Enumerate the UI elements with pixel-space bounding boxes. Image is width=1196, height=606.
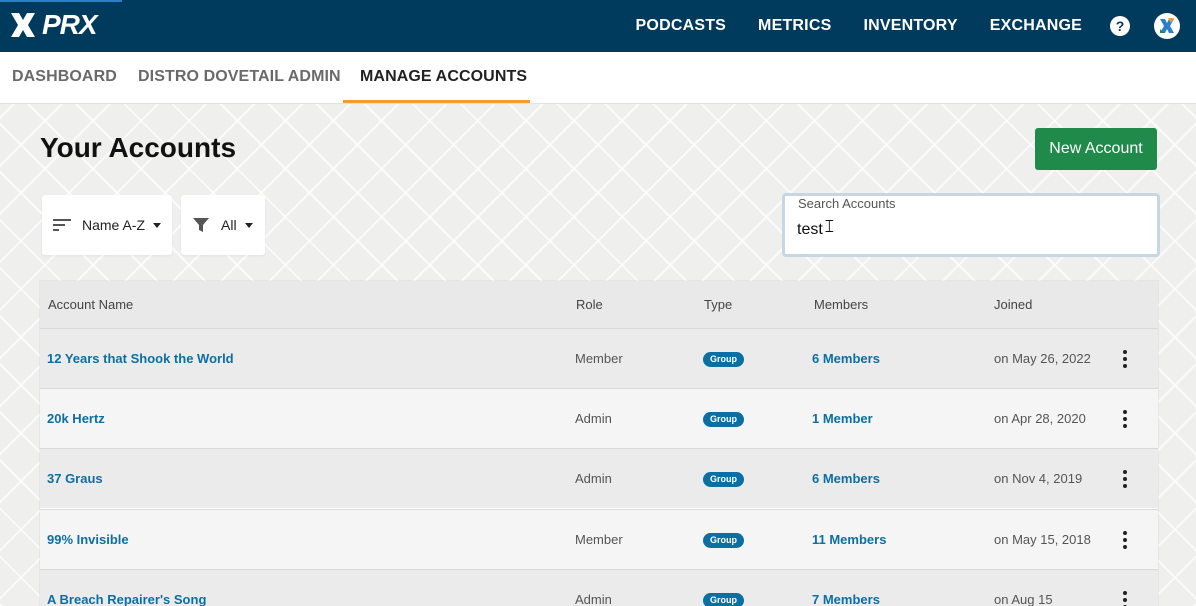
avatar[interactable]	[1154, 13, 1180, 39]
column-header-joined[interactable]: Joined	[994, 281, 1032, 328]
role-cell: Admin	[575, 592, 612, 606]
account-name-link[interactable]: 99% Invisible	[47, 510, 129, 570]
row-menu-icon[interactable]	[1118, 591, 1132, 606]
top-nav-menu: PODCASTS METRICS INVENTORY EXCHANGE ?	[636, 0, 1196, 52]
members-link[interactable]: 6 Members	[812, 449, 880, 509]
help-icon[interactable]: ?	[1110, 16, 1130, 36]
members-link[interactable]: 7 Members	[812, 570, 880, 606]
sort-icon	[53, 219, 71, 231]
chevron-down-icon	[153, 222, 162, 228]
nav-metrics[interactable]: METRICS	[758, 17, 831, 35]
members-link[interactable]: 6 Members	[812, 329, 880, 389]
joined-date: on Apr 28, 2020	[994, 411, 1086, 426]
filter-label: All	[221, 217, 237, 233]
column-header-role[interactable]: Role	[576, 281, 603, 328]
tab-dashboard[interactable]: DASHBOARD	[12, 52, 117, 104]
table-row[interactable]: 99% Invisible Member Group 11 Members on…	[40, 509, 1158, 569]
table-row[interactable]: A Breach Repairer's Song Admin Group 7 M…	[40, 569, 1158, 606]
new-account-button[interactable]: New Account	[1035, 128, 1157, 170]
search-label: Search Accounts	[798, 196, 896, 211]
joined-date: on Aug 15	[994, 592, 1053, 606]
role-cell: Member	[575, 351, 623, 366]
table-header: Account Name Role Type Members Joined	[40, 281, 1158, 328]
tab-manage-accounts[interactable]: MANAGE ACCOUNTS	[360, 52, 527, 104]
members-link[interactable]: 1 Member	[812, 389, 873, 449]
search-field[interactable]: Search Accounts	[782, 193, 1160, 257]
tab-distro-dovetail-admin[interactable]: DISTRO DOVETAIL ADMIN	[138, 52, 341, 104]
joined-date: on May 26, 2022	[994, 351, 1091, 366]
logo-text: PRX	[42, 9, 98, 40]
account-avatar-icon	[1156, 15, 1178, 37]
chevron-down-icon	[244, 222, 253, 228]
members-link[interactable]: 11 Members	[812, 510, 886, 570]
role-cell: Admin	[575, 411, 612, 426]
role-cell: Member	[575, 532, 623, 547]
loading-indicator	[0, 0, 122, 2]
table-row[interactable]: 20k Hertz Admin Group 1 Member on Apr 28…	[40, 388, 1158, 448]
type-badge: Group	[703, 352, 744, 367]
column-header-type[interactable]: Type	[704, 281, 732, 328]
joined-date: on May 15, 2018	[994, 532, 1091, 547]
column-header-members[interactable]: Members	[814, 281, 868, 328]
type-badge: Group	[703, 533, 744, 548]
page-title: Your Accounts	[40, 132, 237, 163]
prx-x-icon	[11, 13, 35, 37]
row-menu-icon[interactable]	[1118, 410, 1132, 428]
table-row[interactable]: 12 Years that Shook the World Member Gro…	[40, 328, 1158, 388]
row-menu-icon[interactable]	[1118, 470, 1132, 488]
account-name-link[interactable]: 20k Hertz	[47, 389, 105, 449]
type-filter-dropdown[interactable]: All	[181, 195, 265, 255]
account-name-link[interactable]: 37 Graus	[47, 449, 103, 509]
row-menu-icon[interactable]	[1118, 350, 1132, 368]
row-menu-icon[interactable]	[1118, 531, 1132, 549]
prx-logo[interactable]: PRX	[8, 9, 98, 40]
account-name-link[interactable]: 12 Years that Shook the World	[47, 329, 234, 389]
search-input[interactable]	[797, 218, 1137, 242]
sub-navbar: DASHBOARD DISTRO DOVETAIL ADMIN MANAGE A…	[0, 52, 1196, 104]
role-cell: Admin	[575, 471, 612, 486]
active-tab-indicator	[343, 100, 530, 103]
filter-icon	[193, 218, 209, 232]
accounts-table: Account Name Role Type Members Joined 12…	[40, 281, 1158, 606]
top-navbar: PRX PODCASTS METRICS INVENTORY EXCHANGE …	[0, 0, 1196, 52]
type-badge: Group	[703, 472, 744, 487]
nav-inventory[interactable]: INVENTORY	[863, 17, 957, 35]
nav-podcasts[interactable]: PODCASTS	[636, 17, 727, 35]
account-name-link[interactable]: A Breach Repairer's Song	[47, 570, 206, 606]
sort-dropdown[interactable]: Name A-Z	[42, 195, 172, 255]
joined-date: on Nov 4, 2019	[994, 471, 1083, 486]
nav-exchange[interactable]: EXCHANGE	[990, 17, 1082, 35]
sort-label: Name A-Z	[82, 217, 146, 233]
table-row[interactable]: 37 Graus Admin Group 6 Members on Nov 4,…	[40, 448, 1158, 508]
column-header-account-name[interactable]: Account Name	[48, 281, 133, 328]
text-cursor-icon: 𝙸	[823, 216, 836, 236]
type-badge: Group	[703, 593, 744, 606]
type-badge: Group	[703, 412, 744, 427]
